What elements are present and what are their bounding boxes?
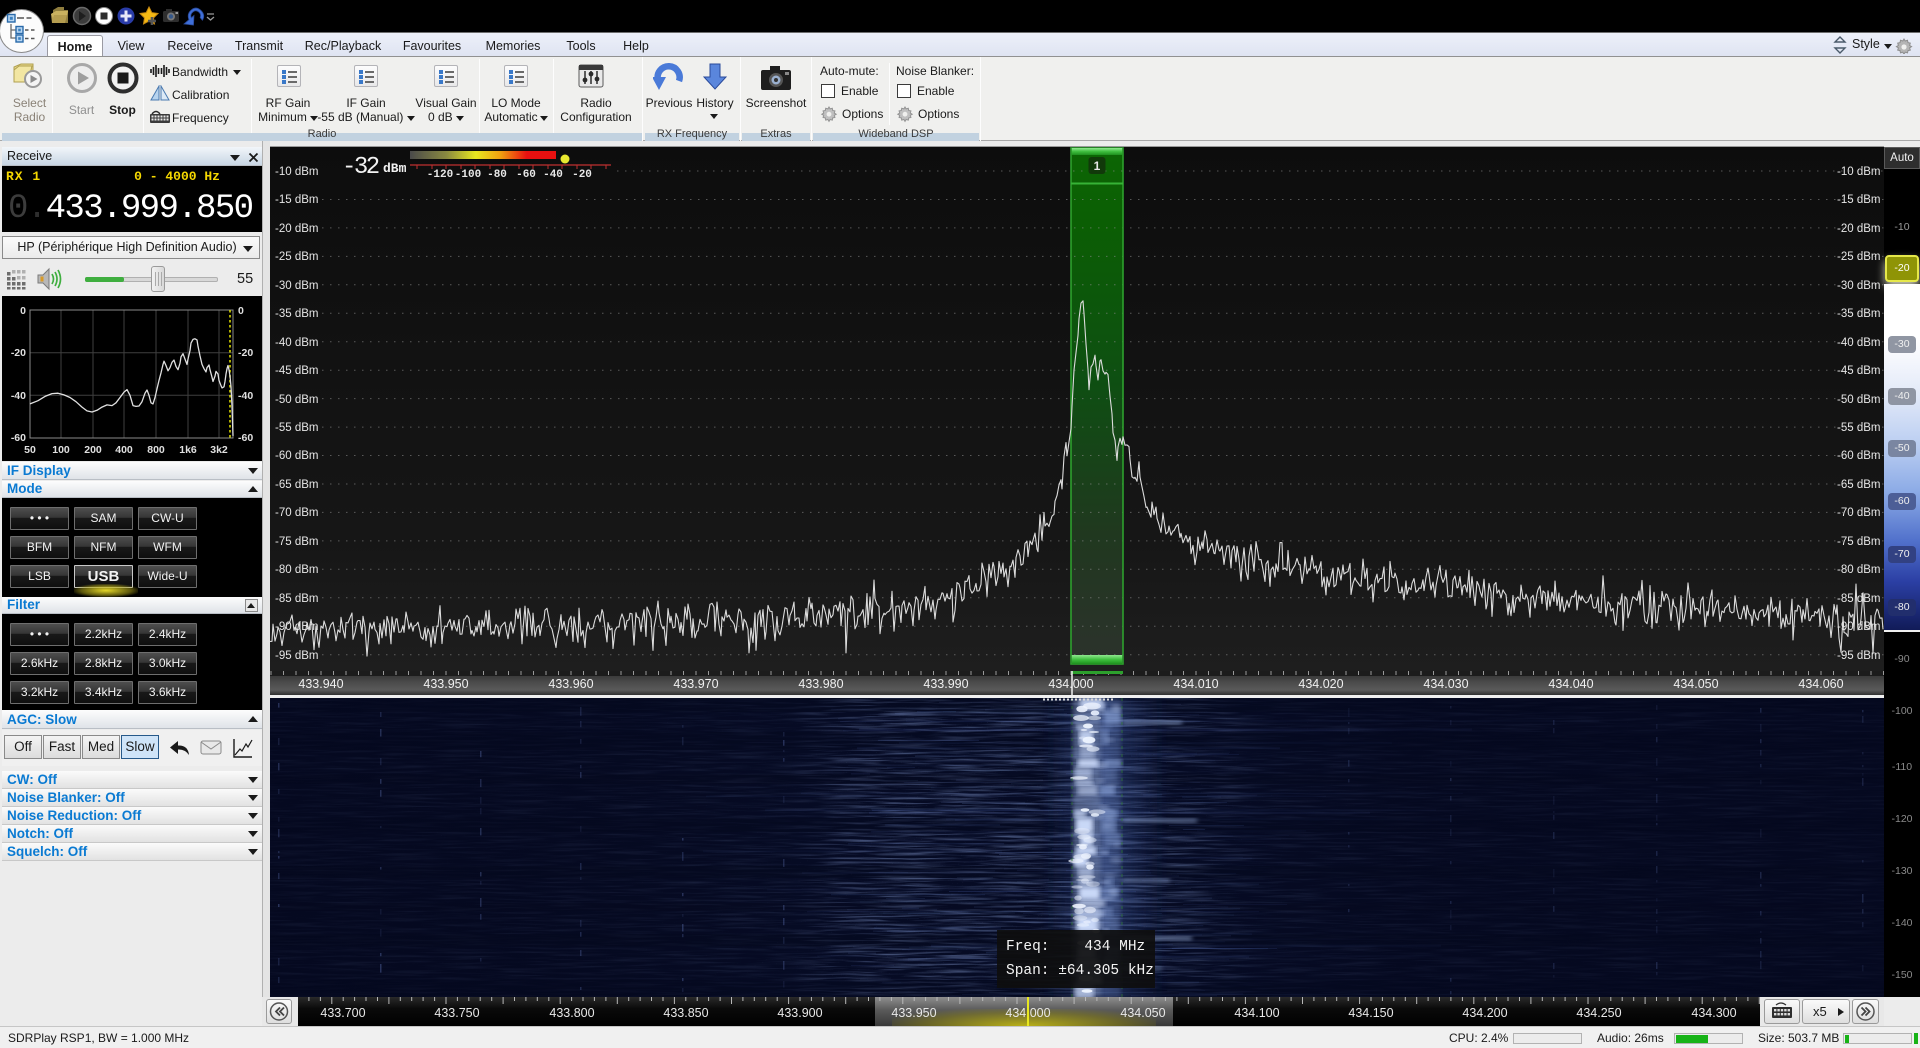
svg-text:433.940: 433.940 [298, 677, 343, 691]
svg-text:434.020: 434.020 [1298, 677, 1343, 691]
svg-text:-25 dBm: -25 dBm [1837, 251, 1880, 263]
svg-text:433.960: 433.960 [548, 677, 593, 691]
svg-text:-60 dBm: -60 dBm [275, 450, 318, 462]
svg-text:-20: -20 [11, 347, 26, 359]
svg-text:-65 dBm: -65 dBm [275, 479, 318, 491]
svg-text:434.200: 434.200 [1462, 1006, 1507, 1020]
svg-text:0: 0 [20, 305, 26, 317]
svg-text:434.050: 434.050 [1120, 1006, 1165, 1020]
svg-text:-90 dBm: -90 dBm [1837, 621, 1880, 633]
svg-text:-65 dBm: -65 dBm [1837, 479, 1880, 491]
svg-text:-20: -20 [238, 347, 253, 359]
svg-text:-55 dBm: -55 dBm [275, 422, 318, 434]
svg-text:400: 400 [115, 444, 133, 456]
svg-text:-95 dBm: -95 dBm [1837, 650, 1880, 662]
svg-text:-80 dBm: -80 dBm [1837, 564, 1880, 576]
svg-text:Span: ±64.305 kHz: Span: ±64.305 kHz [1006, 963, 1154, 979]
svg-text:0: 0 [238, 305, 244, 317]
svg-text:dBm: dBm [383, 161, 407, 176]
svg-text:-10 dBm: -10 dBm [1837, 166, 1880, 178]
svg-text:200: 200 [84, 444, 102, 456]
svg-text:-70 dBm: -70 dBm [275, 507, 318, 519]
svg-text:-35 dBm: -35 dBm [275, 308, 318, 320]
svg-text:100: 100 [52, 444, 70, 456]
svg-text:-15 dBm: -15 dBm [1837, 194, 1880, 206]
svg-text:-30 dBm: -30 dBm [1837, 280, 1880, 292]
svg-text:-55 dBm: -55 dBm [1837, 422, 1880, 434]
svg-text:-40: -40 [543, 169, 563, 181]
svg-text:-32: -32 [342, 154, 379, 181]
svg-text:-45 dBm: -45 dBm [275, 365, 318, 377]
svg-text:-95 dBm: -95 dBm [275, 650, 318, 662]
svg-text:434.150: 434.150 [1348, 1006, 1393, 1020]
svg-text:434.100: 434.100 [1234, 1006, 1279, 1020]
svg-text:50: 50 [24, 444, 36, 456]
svg-text:434.300: 434.300 [1691, 1006, 1736, 1020]
svg-text:-45 dBm: -45 dBm [1837, 365, 1880, 377]
svg-text:434.050: 434.050 [1673, 677, 1718, 691]
svg-text:434.000: 434.000 [1048, 677, 1093, 691]
svg-text:-70 dBm: -70 dBm [1837, 507, 1880, 519]
svg-text:-50 dBm: -50 dBm [1837, 394, 1880, 406]
svg-text:-120: -120 [427, 169, 453, 181]
svg-text:-85 dBm: -85 dBm [275, 593, 318, 605]
svg-text:-60 dBm: -60 dBm [1837, 450, 1880, 462]
svg-text:434.040: 434.040 [1548, 677, 1593, 691]
svg-text:433.900: 433.900 [777, 1006, 822, 1020]
svg-text:433.850: 433.850 [663, 1006, 708, 1020]
svg-text:434.010: 434.010 [1173, 677, 1218, 691]
svg-text:434.030: 434.030 [1423, 677, 1468, 691]
svg-text:-20 dBm: -20 dBm [1837, 223, 1880, 235]
svg-text:433.800: 433.800 [549, 1006, 594, 1020]
svg-text:-20 dBm: -20 dBm [275, 223, 318, 235]
svg-text:-80: -80 [487, 169, 507, 181]
svg-text:-90 dBm: -90 dBm [275, 621, 318, 633]
svg-text:433.700: 433.700 [320, 1006, 365, 1020]
svg-text:-75 dBm: -75 dBm [1837, 536, 1880, 548]
svg-text:-10 dBm: -10 dBm [275, 166, 318, 178]
svg-text:-60: -60 [238, 432, 253, 444]
svg-text:-60: -60 [11, 432, 26, 444]
svg-text:433.990: 433.990 [923, 677, 968, 691]
svg-text:434.250: 434.250 [1576, 1006, 1621, 1020]
svg-text:-40: -40 [238, 390, 253, 402]
svg-text:-60: -60 [516, 169, 536, 181]
svg-text:-35 dBm: -35 dBm [1837, 308, 1880, 320]
svg-text:-30 dBm: -30 dBm [275, 280, 318, 292]
svg-text:Freq: 434 MHz: Freq: 434 MHz [1006, 939, 1145, 955]
svg-text:433.970: 433.970 [673, 677, 718, 691]
svg-text:433.750: 433.750 [434, 1006, 479, 1020]
svg-text:-40 dBm: -40 dBm [275, 337, 318, 349]
svg-text:-75 dBm: -75 dBm [275, 536, 318, 548]
svg-text:-100: -100 [455, 169, 481, 181]
svg-text:800: 800 [147, 444, 165, 456]
svg-text:-80 dBm: -80 dBm [275, 564, 318, 576]
svg-text:-40 dBm: -40 dBm [1837, 337, 1880, 349]
svg-text:-20: -20 [572, 169, 592, 181]
svg-text:433.950: 433.950 [891, 1006, 936, 1020]
svg-text:433.980: 433.980 [798, 677, 843, 691]
svg-text:-50 dBm: -50 dBm [275, 394, 318, 406]
svg-text:3k2: 3k2 [210, 444, 228, 456]
svg-text:433.950: 433.950 [423, 677, 468, 691]
svg-text:1k6: 1k6 [179, 444, 197, 456]
svg-text:-40: -40 [11, 390, 26, 402]
svg-text:-15 dBm: -15 dBm [275, 194, 318, 206]
svg-text:434.060: 434.060 [1798, 677, 1843, 691]
svg-text:-85 dBm: -85 dBm [1837, 593, 1880, 605]
svg-text:-25 dBm: -25 dBm [275, 251, 318, 263]
svg-text:1: 1 [1094, 159, 1101, 173]
